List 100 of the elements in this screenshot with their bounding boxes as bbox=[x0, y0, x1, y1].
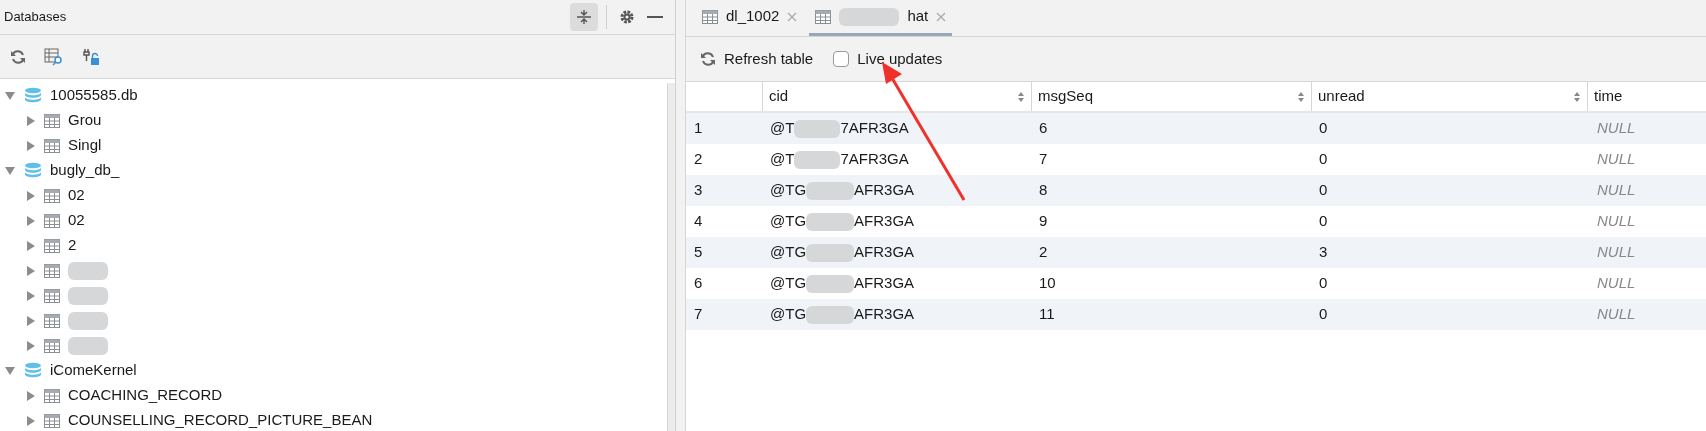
collapsed-arrow-icon[interactable] bbox=[26, 239, 36, 252]
row-number: 7 bbox=[693, 304, 704, 325]
collapsed-arrow-icon[interactable] bbox=[26, 414, 36, 427]
tree-item-label[interactable]: COACHING_RECORD bbox=[68, 384, 223, 407]
scrollbar-track[interactable] bbox=[667, 83, 675, 431]
database-icon bbox=[24, 161, 42, 180]
collapsed-arrow-icon[interactable] bbox=[26, 289, 36, 302]
editor-tab[interactable]: dl_1002 bbox=[696, 0, 804, 36]
minimize-icon[interactable] bbox=[647, 15, 663, 19]
table-cell-text: @TG bbox=[770, 211, 807, 232]
redaction-blur bbox=[806, 274, 855, 293]
table-cell-text: AFR3GA bbox=[854, 242, 915, 263]
table-cell-text: 3 bbox=[1318, 242, 1329, 263]
null-cell-text: NULL bbox=[1596, 211, 1637, 232]
table-cell-text: @TG bbox=[770, 180, 807, 201]
live-updates-checkbox[interactable] bbox=[833, 51, 850, 67]
collapse-all-button[interactable] bbox=[570, 3, 598, 31]
redaction-blur bbox=[68, 311, 108, 330]
collapsed-arrow-icon[interactable] bbox=[26, 214, 36, 227]
table-cell-text: AFR3GA bbox=[854, 211, 915, 232]
table-cell-text: 8 bbox=[1038, 180, 1049, 201]
refresh-table-button[interactable]: Refresh table bbox=[700, 47, 814, 71]
column-header[interactable]: unread bbox=[1311, 82, 1587, 111]
table-cell-text: @TG bbox=[770, 304, 807, 325]
expanded-arrow-icon[interactable] bbox=[4, 165, 16, 176]
close-icon[interactable] bbox=[787, 11, 798, 22]
table-cell-text: 7 bbox=[1038, 149, 1049, 170]
tree-item-label[interactable]: Singl bbox=[68, 134, 102, 157]
tree-item-label[interactable]: 2 bbox=[68, 234, 77, 257]
redaction-blur bbox=[68, 336, 108, 355]
collapsed-arrow-icon[interactable] bbox=[26, 264, 36, 277]
table-cell-text: 9 bbox=[1038, 211, 1049, 232]
table-cell-text: 0 bbox=[1318, 273, 1329, 294]
null-cell-text: NULL bbox=[1596, 118, 1637, 139]
table-icon bbox=[44, 213, 60, 228]
null-cell-text: NULL bbox=[1596, 149, 1637, 170]
table-icon bbox=[44, 113, 60, 128]
table-icon bbox=[44, 188, 60, 203]
redaction-blur bbox=[806, 181, 855, 200]
expanded-arrow-icon[interactable] bbox=[4, 90, 16, 101]
table-icon bbox=[44, 338, 60, 353]
table-search-icon[interactable] bbox=[44, 47, 64, 66]
plug-lock-icon[interactable] bbox=[82, 47, 100, 66]
table-icon bbox=[44, 138, 60, 153]
database-icon bbox=[24, 86, 42, 105]
table-cell-text: AFR3GA bbox=[854, 273, 915, 294]
collapsed-arrow-icon[interactable] bbox=[26, 314, 36, 327]
collapsed-arrow-icon[interactable] bbox=[26, 189, 36, 202]
sort-icon[interactable] bbox=[1297, 90, 1305, 103]
collapsed-arrow-icon[interactable] bbox=[26, 389, 36, 402]
null-cell-text: NULL bbox=[1596, 242, 1637, 263]
collapsed-arrow-icon[interactable] bbox=[26, 139, 36, 152]
row-number: 4 bbox=[693, 211, 704, 232]
redaction-blur bbox=[68, 286, 108, 305]
table-cell-text: 7AFR3GA bbox=[840, 118, 909, 139]
row-number: 6 bbox=[693, 273, 704, 294]
table-cell-text: AFR3GA bbox=[854, 180, 915, 201]
column-header[interactable]: msgSeq bbox=[1031, 82, 1311, 111]
row-number: 1 bbox=[693, 118, 704, 139]
table-cell-text: 0 bbox=[1318, 149, 1329, 170]
table-icon bbox=[44, 313, 60, 328]
row-number: 3 bbox=[693, 180, 704, 201]
tree-item-label[interactable]: 10055585.db bbox=[50, 84, 138, 107]
live-updates-label[interactable]: Live updates bbox=[857, 47, 943, 71]
settings-icon[interactable] bbox=[619, 9, 635, 25]
sort-icon[interactable] bbox=[1573, 90, 1581, 103]
table-icon bbox=[44, 413, 60, 428]
tree-item-label[interactable]: 02 bbox=[68, 184, 85, 207]
tree-item-label[interactable]: COUNSELLING_RECORD_PICTURE_BEAN bbox=[68, 409, 373, 431]
table-cell-text: 0 bbox=[1318, 304, 1329, 325]
database-icon bbox=[24, 361, 42, 380]
tree-item-label[interactable]: bugly_db_ bbox=[50, 159, 120, 182]
table-cell-text: @T bbox=[770, 118, 795, 139]
tree-item-label[interactable]: Grou bbox=[68, 109, 102, 132]
sort-icon[interactable] bbox=[1017, 90, 1025, 103]
expanded-arrow-icon[interactable] bbox=[4, 365, 16, 376]
null-cell-text: NULL bbox=[1596, 180, 1637, 201]
table-cell-text: 0 bbox=[1318, 211, 1329, 232]
table-cell-text: AFR3GA bbox=[854, 304, 915, 325]
redaction-blur bbox=[806, 243, 855, 262]
collapsed-arrow-icon[interactable] bbox=[26, 114, 36, 127]
redaction-blur bbox=[794, 150, 841, 169]
close-icon[interactable] bbox=[936, 11, 947, 22]
table-cell-text: @TG bbox=[770, 273, 807, 294]
table-cell-text: 10 bbox=[1038, 273, 1057, 294]
null-cell-text: NULL bbox=[1596, 273, 1637, 294]
table-cell-text: 0 bbox=[1318, 118, 1329, 139]
tree-item-label[interactable]: iComeKernel bbox=[50, 359, 137, 382]
refresh-icon bbox=[700, 51, 716, 67]
redaction-blur bbox=[806, 305, 855, 324]
refresh-icon[interactable] bbox=[10, 48, 26, 65]
tree-item-label[interactable]: 02 bbox=[68, 209, 85, 232]
collapsed-arrow-icon[interactable] bbox=[26, 339, 36, 352]
table-cell-text: @TG bbox=[770, 242, 807, 263]
redaction-blur bbox=[68, 261, 108, 280]
redaction-blur bbox=[839, 7, 900, 26]
table-cell-text: @T bbox=[770, 149, 795, 170]
row-number: 2 bbox=[693, 149, 704, 170]
table-cell-text: 7AFR3GA bbox=[840, 149, 909, 170]
column-header[interactable]: time bbox=[1587, 82, 1706, 111]
